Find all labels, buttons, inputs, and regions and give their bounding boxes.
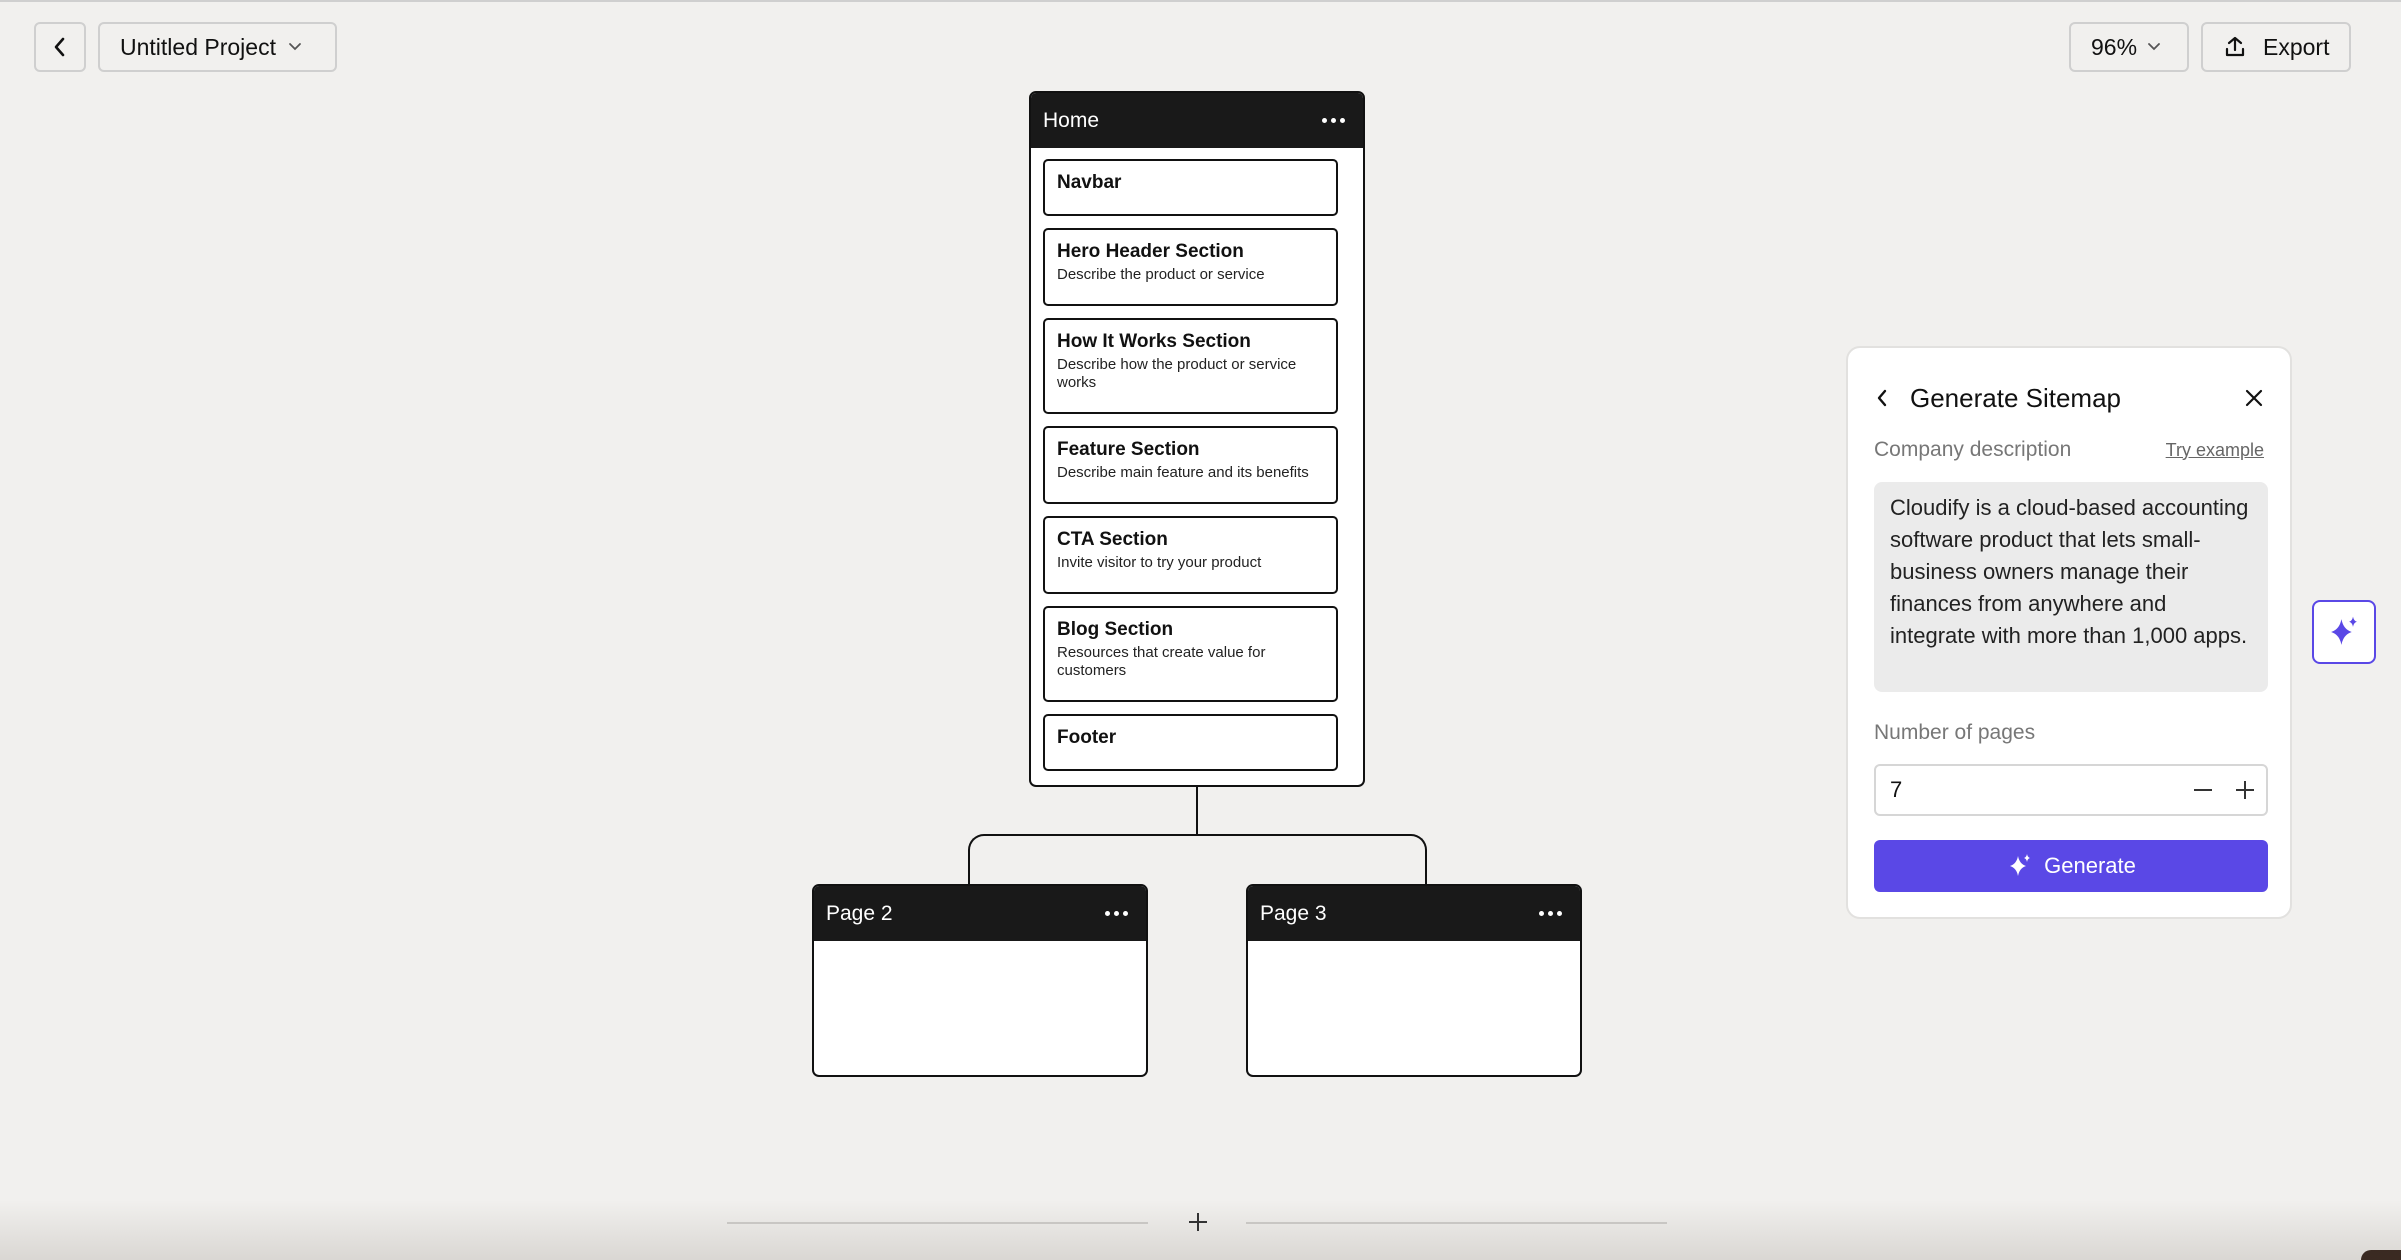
page-3-node[interactable]: Page 3 xyxy=(1246,884,1582,1077)
export-label: Export xyxy=(2263,33,2330,60)
add-page-line-left xyxy=(727,1222,1148,1224)
more-options-icon[interactable] xyxy=(1322,118,1345,123)
section-feature[interactable]: Feature Section Describe main feature an… xyxy=(1043,426,1338,504)
section-navbar[interactable]: Navbar xyxy=(1043,159,1338,216)
section-hero-header[interactable]: Hero Header Section Describe the product… xyxy=(1043,228,1338,306)
section-blog[interactable]: Blog Section Resources that create value… xyxy=(1043,606,1338,702)
section-description: Invite visitor to try your product xyxy=(1057,554,1262,571)
company-description-textarea[interactable]: Cloudify is a cloud-based accounting sof… xyxy=(1874,482,2268,692)
panel-title: Generate Sitemap xyxy=(1910,382,2122,413)
node-title: Page 3 xyxy=(1260,901,1327,925)
decrement-button[interactable] xyxy=(2182,769,2224,811)
more-options-icon[interactable] xyxy=(1105,911,1128,916)
increment-button[interactable] xyxy=(2224,769,2266,811)
section-title: Blog Section xyxy=(1057,619,1174,640)
section-how-it-works[interactable]: How It Works Section Describe how the pr… xyxy=(1043,318,1338,414)
top-divider xyxy=(0,0,2401,2)
pages-label-row: Number of pages xyxy=(1874,721,2264,745)
plus-icon xyxy=(2236,781,2254,799)
section-title: How It Works Section xyxy=(1057,331,1251,352)
node-header: Page 2 xyxy=(814,886,1146,941)
section-title: CTA Section xyxy=(1057,529,1168,550)
node-title: Page 2 xyxy=(826,901,893,925)
section-title: Footer xyxy=(1057,727,1117,748)
try-example-link[interactable]: Try example xyxy=(2166,440,2264,461)
number-of-pages-label: Number of pages xyxy=(1874,721,2036,744)
plus-icon xyxy=(1189,1213,1207,1231)
upload-icon xyxy=(2225,36,2245,57)
page-2-node[interactable]: Page 2 xyxy=(812,884,1148,1077)
add-page-button[interactable] xyxy=(1180,1204,1216,1240)
connector-line xyxy=(1196,787,1198,835)
export-button[interactable]: Export xyxy=(2201,22,2351,72)
chevron-left-icon xyxy=(54,37,65,57)
project-name: Untitled Project xyxy=(120,33,276,60)
minus-icon xyxy=(2194,789,2212,791)
node-header: Page 3 xyxy=(1248,886,1580,941)
connector-line xyxy=(1196,834,1427,885)
number-of-pages-stepper[interactable]: 7 xyxy=(1874,764,2268,816)
panel-header: Generate Sitemap xyxy=(1874,378,2264,418)
section-title: Hero Header Section xyxy=(1057,241,1244,262)
add-page-line-right xyxy=(1246,1222,1667,1224)
app-window: Untitled Project 96% Export Home Navbar … xyxy=(0,0,2401,1260)
company-description-label: Company description xyxy=(1874,438,2072,461)
description-label-row: Company description Try example xyxy=(1874,438,2264,462)
chevron-down-icon xyxy=(2148,43,2160,51)
chevron-down-icon xyxy=(289,43,301,51)
section-cta[interactable]: CTA Section Invite visitor to try your p… xyxy=(1043,516,1338,594)
section-description: Describe how the product or service work… xyxy=(1057,356,1297,391)
connector-line xyxy=(968,834,1198,885)
project-menu-button[interactable]: Untitled Project xyxy=(98,22,337,72)
section-footer[interactable]: Footer xyxy=(1043,714,1338,771)
home-page-node[interactable]: Home Navbar Hero Header Section Describe… xyxy=(1029,91,1365,787)
ai-assistant-button[interactable] xyxy=(2312,600,2376,664)
sparkle-icon xyxy=(2331,616,2357,645)
section-description: Describe the product or service xyxy=(1057,266,1265,283)
sparkle-icon xyxy=(2010,854,2031,876)
zoom-value: 96% xyxy=(2091,33,2138,60)
generate-button[interactable]: Generate xyxy=(1874,840,2268,892)
back-button[interactable] xyxy=(34,22,86,72)
generate-sitemap-panel: Generate Sitemap Company description Try… xyxy=(1846,346,2292,919)
pages-input[interactable]: 7 xyxy=(1890,777,2182,803)
node-header: Home xyxy=(1031,93,1363,148)
zoom-select[interactable]: 96% xyxy=(2069,22,2189,72)
chevron-left-icon[interactable] xyxy=(1874,387,1890,409)
section-title: Navbar xyxy=(1057,172,1122,193)
node-title: Home xyxy=(1043,108,1100,132)
more-options-icon[interactable] xyxy=(1539,911,1562,916)
close-icon[interactable] xyxy=(2244,388,2264,408)
section-description: Resources that create value for customer… xyxy=(1057,644,1266,679)
section-title: Feature Section xyxy=(1057,439,1200,460)
generate-label: Generate xyxy=(2044,853,2136,878)
window-corner xyxy=(2361,1250,2401,1260)
section-description: Describe main feature and its benefits xyxy=(1057,464,1309,481)
